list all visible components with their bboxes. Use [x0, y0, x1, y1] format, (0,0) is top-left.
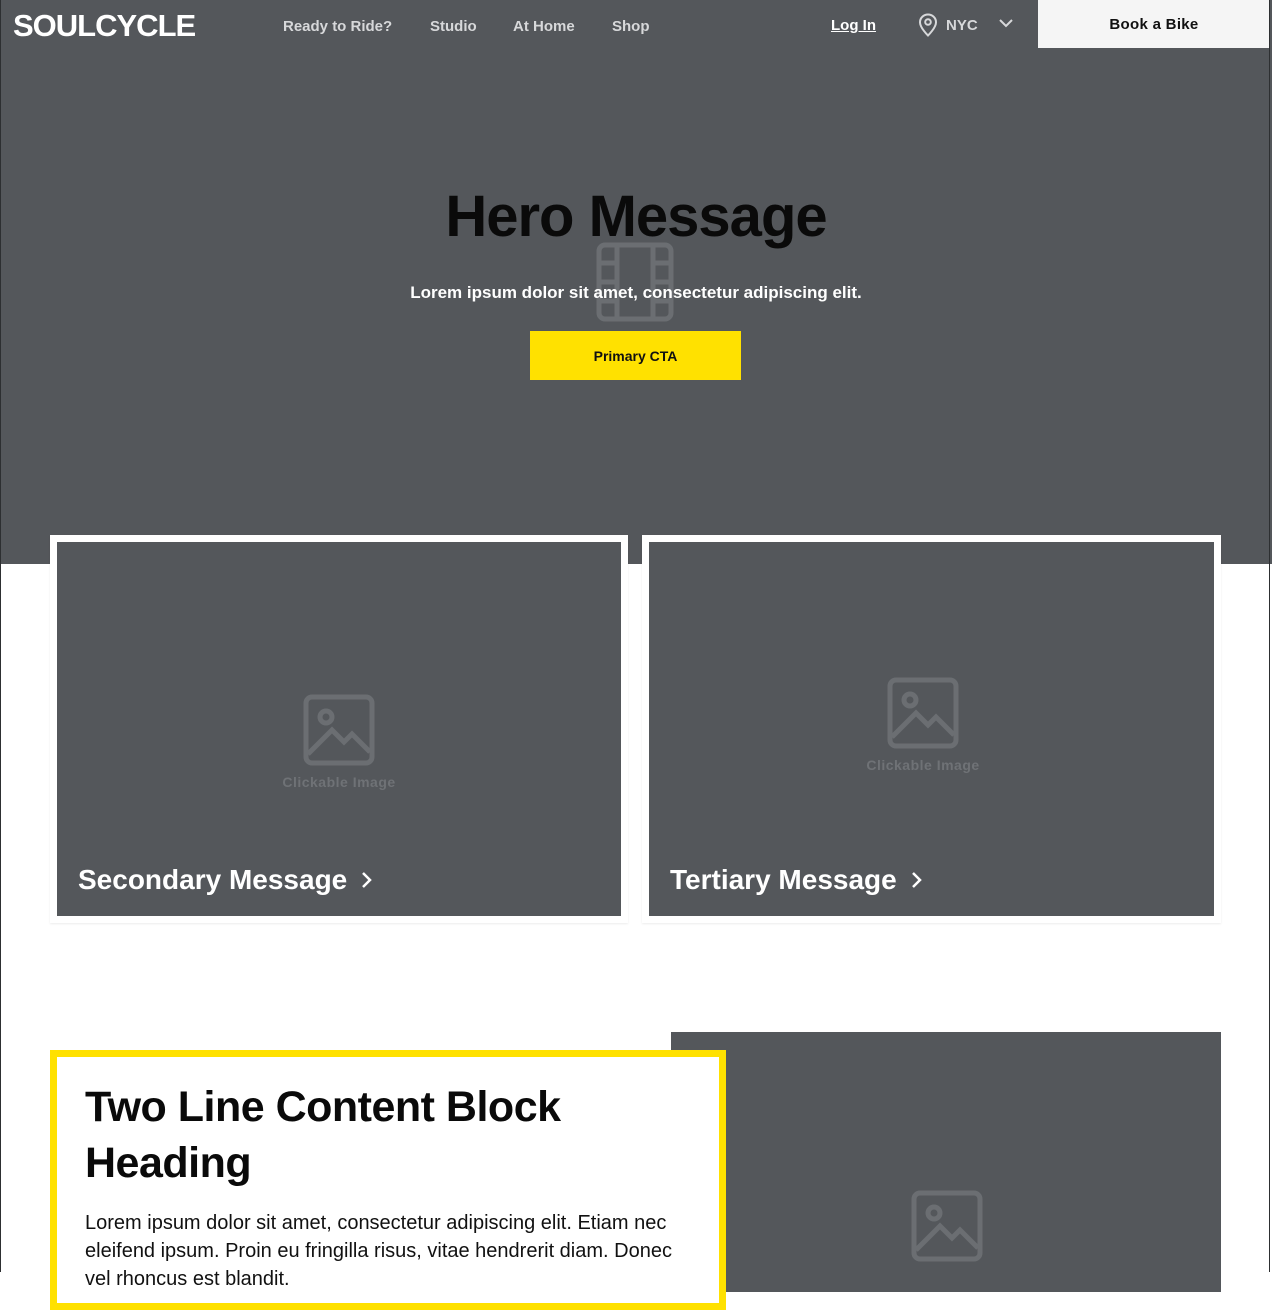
chevron-right-icon: [911, 872, 922, 888]
image-icon: [911, 1190, 983, 1262]
hero-title: Hero Message: [445, 184, 827, 249]
film-icon: [596, 242, 674, 322]
location-label: NYC: [946, 16, 978, 34]
image-caption: Clickable Image: [866, 757, 980, 773]
login-link[interactable]: Log In: [831, 17, 876, 34]
image-icon: [303, 694, 375, 766]
primary-cta-button[interactable]: Primary CTA: [530, 331, 741, 380]
content-block-body: Lorem ipsum dolor sit amet, consectetur …: [85, 1212, 672, 1290]
card-image-area[interactable]: Clickable Image Tertiary Message: [649, 542, 1214, 916]
location-pin-icon: [918, 13, 938, 37]
content-block-image: [671, 1032, 1221, 1292]
nav-link-studio[interactable]: Studio: [430, 18, 477, 35]
nav-link-shop[interactable]: Shop: [612, 18, 650, 35]
content-block-heading: Two Line Content Block Heading: [85, 1083, 561, 1187]
chevron-right-icon: [362, 872, 373, 888]
hero-subtitle: Lorem ipsum dolor sit amet, consectetur …: [410, 283, 862, 302]
logo[interactable]: SOULCYCLE: [13, 8, 196, 44]
card-message-text: Tertiary Message: [670, 864, 897, 895]
card-message[interactable]: Tertiary Message: [670, 864, 923, 896]
tertiary-message-card[interactable]: Clickable Image Tertiary Message: [642, 535, 1221, 923]
card-image-area[interactable]: Clickable Image Secondary Message: [57, 542, 621, 916]
content-block: Two Line Content Block Heading Lorem ips…: [50, 1050, 726, 1310]
image-caption: Clickable Image: [282, 774, 396, 790]
secondary-message-card[interactable]: Clickable Image Secondary Message: [50, 535, 628, 923]
image-placeholder: Clickable Image: [865, 677, 981, 773]
chevron-down-icon[interactable]: [998, 15, 1014, 31]
image-icon: [887, 677, 959, 749]
card-message-text: Secondary Message: [78, 864, 348, 895]
book-bike-button[interactable]: Book a Bike: [1038, 0, 1270, 48]
location-selector[interactable]: NYC: [918, 13, 978, 37]
nav-link-at-home[interactable]: At Home: [513, 18, 575, 35]
card-message[interactable]: Secondary Message: [78, 864, 373, 896]
nav-link-ready-to-ride[interactable]: Ready to Ride?: [283, 18, 392, 35]
image-placeholder: Clickable Image: [281, 694, 397, 790]
